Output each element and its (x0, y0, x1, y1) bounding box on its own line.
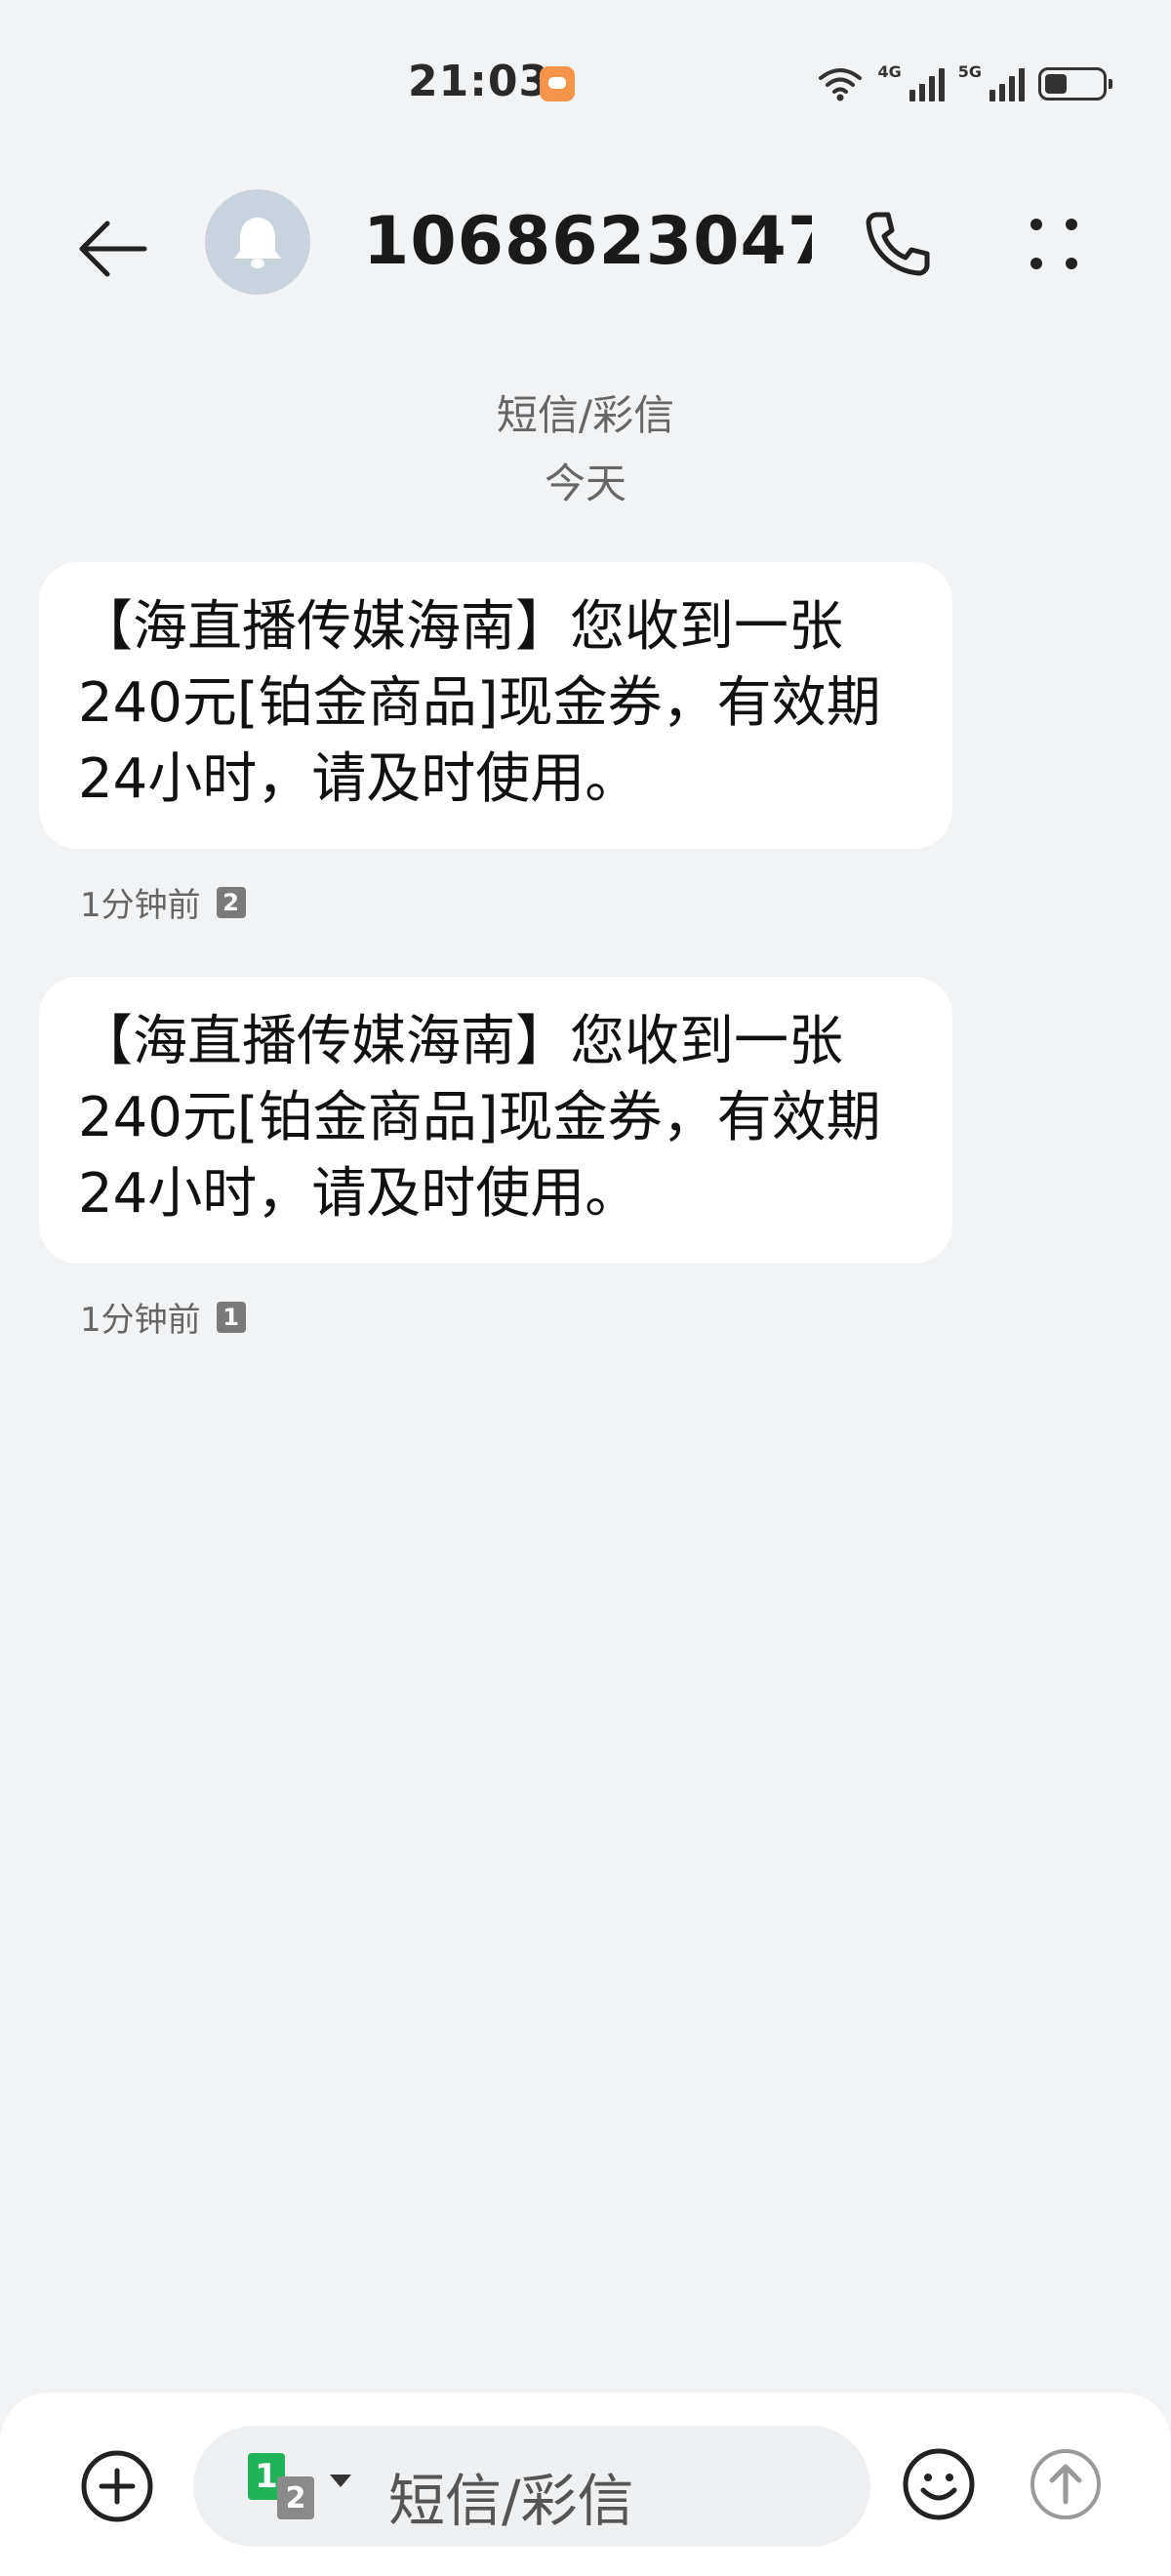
message-bubble[interactable]: 【海直播传媒海南】您收到一张240元[铂金商品]现金券，有效期24小时，请及时使… (39, 562, 952, 849)
input-placeholder: 短信/彩信 (388, 2468, 634, 2534)
call-button[interactable] (859, 205, 937, 283)
status-bar: 21:03 4G 5G (0, 0, 1171, 176)
game-app-icon (540, 66, 575, 101)
sim-card-icon: 2 (216, 886, 246, 918)
message-item: 【海直播传媒海南】您收到一张240元[铂金商品]现金券，有效期24小时，请及时使… (39, 977, 952, 1341)
sim2-icon: 2 (277, 2476, 314, 2519)
chevron-down-icon (330, 2475, 351, 2487)
battery-icon (1038, 67, 1112, 101)
conversation-type-label: 短信/彩信 (496, 391, 675, 439)
contact-name[interactable]: 1068623047… (363, 203, 812, 280)
bell-icon (234, 218, 281, 268)
date-separator: 今天 (544, 460, 626, 507)
conversation-header: 1068623047… (0, 176, 1171, 302)
arrow-left-icon (79, 221, 147, 277)
message-meta: 1分钟前 2 (39, 878, 952, 926)
plus-circle-icon (81, 2450, 153, 2522)
more-dots-icon (1030, 219, 1077, 269)
sim-selector[interactable]: 1 2 (248, 2453, 355, 2521)
status-indicators: 4G 5G (817, 62, 1112, 105)
signal-strength-icon-2 (989, 66, 1025, 101)
message-time: 1分钟前 (80, 886, 201, 925)
signal-strength-icon (909, 66, 945, 101)
message-item: 【海直播传媒海南】您收到一张240元[铂金商品]现金券，有效期24小时，请及时使… (39, 562, 952, 926)
message-bubble[interactable]: 【海直播传媒海南】您收到一张240元[铂金商品]现金券，有效期24小时，请及时使… (39, 977, 952, 1264)
network-type-2: 5G (957, 62, 982, 81)
arrow-up-icon (1030, 2449, 1101, 2519)
network-type-1: 4G (877, 62, 902, 81)
back-button[interactable] (74, 210, 152, 288)
status-time: 21:03 (408, 57, 550, 106)
avatar[interactable] (205, 189, 310, 295)
send-button[interactable] (1027, 2445, 1105, 2523)
message-time: 1分钟前 (80, 1301, 201, 1340)
message-meta: 1分钟前 1 (39, 1293, 952, 1341)
message-input[interactable]: 1 2 短信/彩信 (193, 2426, 870, 2547)
more-options-button[interactable] (1015, 205, 1093, 283)
phone-icon (866, 212, 930, 276)
wifi-icon (819, 68, 863, 101)
smiley-icon (903, 2448, 975, 2520)
sim-card-icon: 1 (216, 1301, 246, 1333)
compose-bar: 1 2 短信/彩信 (0, 2393, 1171, 2576)
add-attachment-button[interactable] (78, 2447, 156, 2525)
emoji-button[interactable] (900, 2445, 978, 2523)
